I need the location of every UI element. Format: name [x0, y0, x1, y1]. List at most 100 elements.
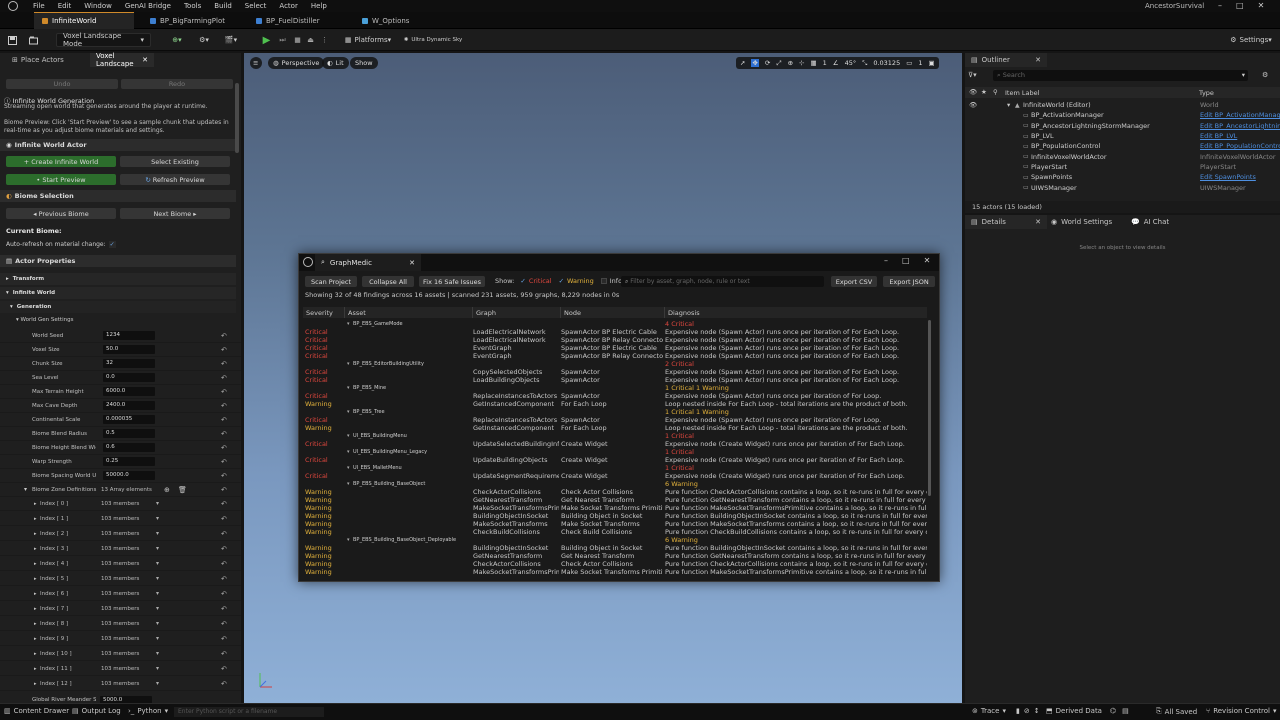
chevron-right-icon[interactable]: ▸: [34, 636, 37, 642]
content-drawer-button[interactable]: ▥ Content Drawer: [4, 707, 69, 715]
angle-value[interactable]: 45°: [845, 59, 857, 67]
array-index-row[interactable]: ▸ Index [ 4 ] 103 members ▾ ↶: [0, 557, 241, 571]
reset-icon[interactable]: ↶: [221, 402, 227, 410]
reset-icon[interactable]: ↶: [221, 416, 227, 424]
finding-row[interactable]: Warning GetNearestTransform Get Nearest Tr…: [303, 552, 927, 560]
play-icon[interactable]: ▶: [261, 33, 272, 47]
reset-icon[interactable]: ↶: [221, 545, 227, 553]
chevron-down-icon[interactable]: ▾: [347, 480, 350, 488]
array-index-row[interactable]: ▸ Index [ 6 ] 103 members ▾ ↶: [0, 587, 241, 601]
content-browser-icon[interactable]: [27, 33, 39, 47]
chevron-down-icon[interactable]: ▾: [156, 680, 159, 687]
start-preview-button[interactable]: • Start Preview: [6, 174, 116, 185]
surface-snap-icon[interactable]: ⊹: [799, 59, 804, 67]
platforms-button[interactable]: ▦ Platforms ▾: [343, 33, 393, 47]
maximize-window-icon[interactable]: □: [1236, 1, 1244, 10]
reset-icon[interactable]: ↶: [221, 605, 227, 613]
asset-group-row[interactable]: ▾ UI_EBS_BuildingMenu_Legacy 1 Critical: [303, 448, 927, 456]
menu-help[interactable]: Help: [311, 2, 327, 10]
prop-value[interactable]: 50.0: [103, 345, 155, 354]
column-asset[interactable]: Asset: [345, 307, 473, 318]
infinite-world-category[interactable]: ▾ Infinite World: [0, 287, 236, 299]
asset-group-row[interactable]: ▾ BP_EBS_Building_BaseObject_Deployable 6 …: [303, 536, 927, 544]
close-tab-icon[interactable]: ✕: [409, 259, 415, 267]
trash-icon[interactable]: 🗑: [178, 486, 187, 494]
reset-icon[interactable]: ↶: [221, 560, 227, 568]
stop-icon[interactable]: ■: [292, 33, 303, 47]
prop-value[interactable]: 2400.0: [103, 401, 155, 410]
reset-icon[interactable]: ↶: [221, 374, 227, 382]
outliner-item-type[interactable]: Edit BP_AncestorLightning: [1200, 122, 1280, 130]
outliner-search-input[interactable]: ⌕ Search ▾: [993, 70, 1248, 81]
reset-icon[interactable]: ↶: [221, 650, 227, 658]
menu-window[interactable]: Window: [84, 2, 112, 10]
prop-value[interactable]: 0.5: [103, 429, 155, 438]
chevron-right-icon[interactable]: ▸: [34, 516, 37, 522]
sky-button[interactable]: ✺ Ultra Dynamic Sky: [403, 33, 463, 47]
scale-snap-icon[interactable]: ⤡: [862, 59, 867, 68]
refresh-preview-button[interactable]: ↻ Refresh Preview: [120, 174, 230, 185]
generation-category[interactable]: ▾ Generation: [0, 301, 236, 313]
chevron-down-icon[interactable]: ▾: [347, 408, 350, 416]
findings-scrollbar[interactable]: [928, 320, 931, 496]
chevron-down-icon[interactable]: ▾: [156, 665, 159, 672]
asset-group-row[interactable]: ▾ BP_EBS_Mine 1 Critical 1 Warning: [303, 384, 927, 392]
reset-icon[interactable]: ↶: [221, 346, 227, 354]
column-node[interactable]: Node: [561, 307, 665, 318]
finding-row[interactable]: Critical LoadElectricalNetwork SpawnActor …: [303, 336, 927, 344]
all-saved-button[interactable]: ⎘ All Saved: [1156, 707, 1197, 716]
perspective-button[interactable]: ◍ Perspective: [268, 57, 325, 69]
close-window-icon[interactable]: ✕: [1258, 1, 1265, 10]
close-icon[interactable]: ✕: [1035, 56, 1041, 64]
sync-icon[interactable]: ↕: [1034, 707, 1040, 715]
reset-icon[interactable]: ↶: [221, 665, 227, 673]
scrollbar[interactable]: [235, 83, 239, 153]
close-window-icon[interactable]: ✕: [924, 256, 931, 265]
finding-row[interactable]: Critical UpdateBuildingObjects Create Widg…: [303, 456, 927, 464]
filter-input[interactable]: ⌕ Filter by asset, graph, node, rule or …: [621, 276, 824, 287]
filter-icon[interactable]: ⊽▾: [968, 71, 977, 79]
settings-icon[interactable]: ⚙: [1262, 71, 1268, 79]
chevron-down-icon[interactable]: ▾: [156, 575, 159, 582]
outliner-item-type[interactable]: Edit BP_PopulationControl: [1200, 142, 1280, 150]
reset-icon[interactable]: ↶: [221, 458, 227, 466]
chevron-right-icon[interactable]: ▸: [34, 531, 37, 537]
asset-group-row[interactable]: ▾ UI_EBS_MalletMenu 1 Critical: [303, 464, 927, 472]
outliner-row[interactable]: ▭ BP_AncestorLightningStormManager Edit BP…: [965, 121, 1280, 131]
array-index-row[interactable]: ▸ Index [ 8 ] 103 members ▾ ↶: [0, 617, 241, 631]
scan-project-button[interactable]: Scan Project: [305, 276, 357, 287]
rotate-icon[interactable]: ⟳: [765, 59, 770, 67]
column-type[interactable]: Type: [1199, 89, 1214, 97]
scale-value[interactable]: 0.03125: [873, 59, 900, 67]
finding-row[interactable]: Critical EventGraph SpawnActor BP Relay Co…: [303, 352, 927, 360]
fps-icon[interactable]: ▮: [1016, 707, 1020, 715]
create-infinite-world-button[interactable]: + Create Infinite World: [6, 156, 116, 167]
array-index-row[interactable]: ▸ Index [ 5 ] 103 members ▾ ↶: [0, 572, 241, 586]
outliner-row[interactable]: ▭ BP_ActivationManager Edit BP_ActivationM…: [965, 110, 1280, 120]
cinematics-icon[interactable]: 🎬▾: [221, 33, 241, 47]
chevron-right-icon[interactable]: ▸: [34, 501, 37, 507]
maximize-window-icon[interactable]: □: [902, 256, 910, 265]
add-element-icon[interactable]: ⊕: [164, 486, 170, 494]
column-graph[interactable]: Graph: [473, 307, 561, 318]
previous-biome-button[interactable]: ◂ Previous Biome: [6, 208, 116, 219]
select-existing-button[interactable]: Select Existing: [120, 156, 230, 167]
tab-bp-fueldistiller[interactable]: BP_FuelDistiller: [248, 12, 348, 29]
chevron-down-icon[interactable]: ▾: [156, 605, 159, 612]
chevron-down-icon[interactable]: ▾: [347, 536, 350, 544]
finding-row[interactable]: Warning CheckActorCollisions Check Actor C…: [303, 488, 927, 496]
tab-w-options[interactable]: W_Options: [354, 12, 444, 29]
finding-row[interactable]: Warning GetInstancedComponent For Each Loo…: [303, 400, 927, 408]
tab-bp-bigfarmingplot[interactable]: BP_BigFarmingPlot: [142, 12, 242, 29]
outliner-row[interactable]: ▭ UIWSManager UIWSManager: [965, 182, 1280, 192]
array-index-row[interactable]: ▸ Index [ 11 ] 103 members ▾ ↶: [0, 662, 241, 676]
chevron-right-icon[interactable]: ▸: [34, 546, 37, 552]
outliner-item-type[interactable]: Edit BP_LVL: [1200, 132, 1280, 140]
show-button[interactable]: Show: [350, 57, 378, 69]
chevron-right-icon[interactable]: ▸: [34, 621, 37, 627]
mode-dropdown[interactable]: Voxel Landscape Mode ▾: [56, 32, 151, 48]
reset-icon[interactable]: ↶: [221, 590, 227, 598]
eject-icon[interactable]: ⏏: [305, 33, 316, 47]
output-log-button[interactable]: ▤ Output Log: [72, 707, 121, 715]
finding-row[interactable]: Critical ReplaceInstancesToActors SpawnAct…: [303, 392, 927, 400]
